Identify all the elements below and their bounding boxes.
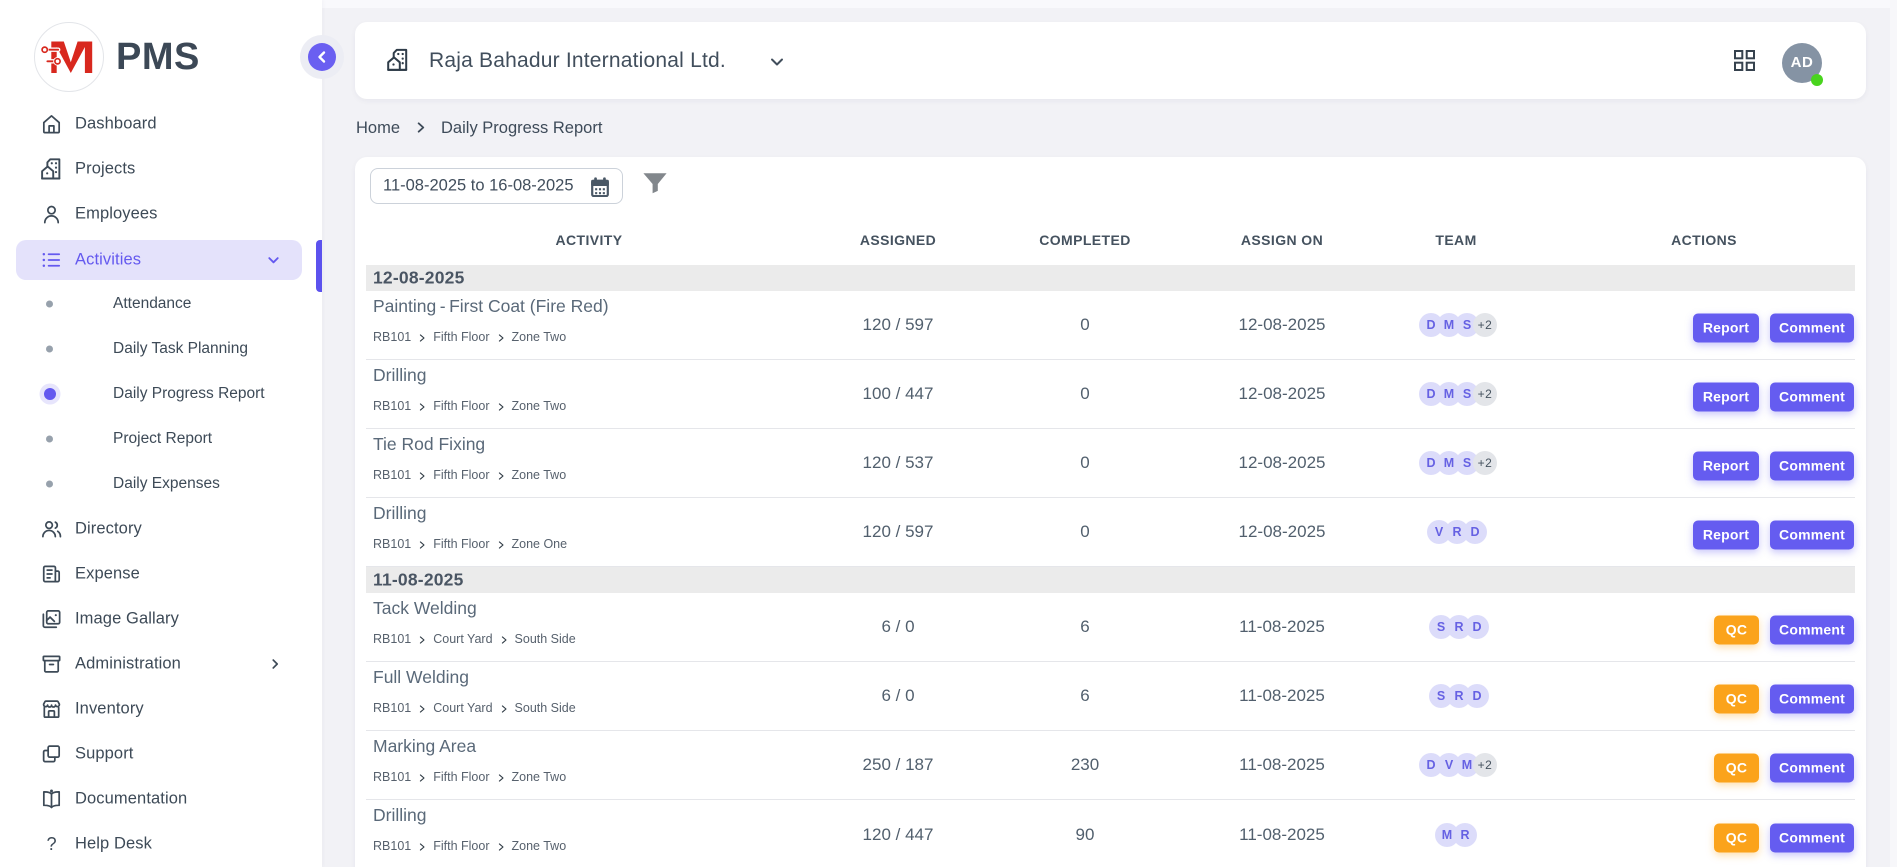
svg-text:?: ?: [46, 834, 56, 854]
